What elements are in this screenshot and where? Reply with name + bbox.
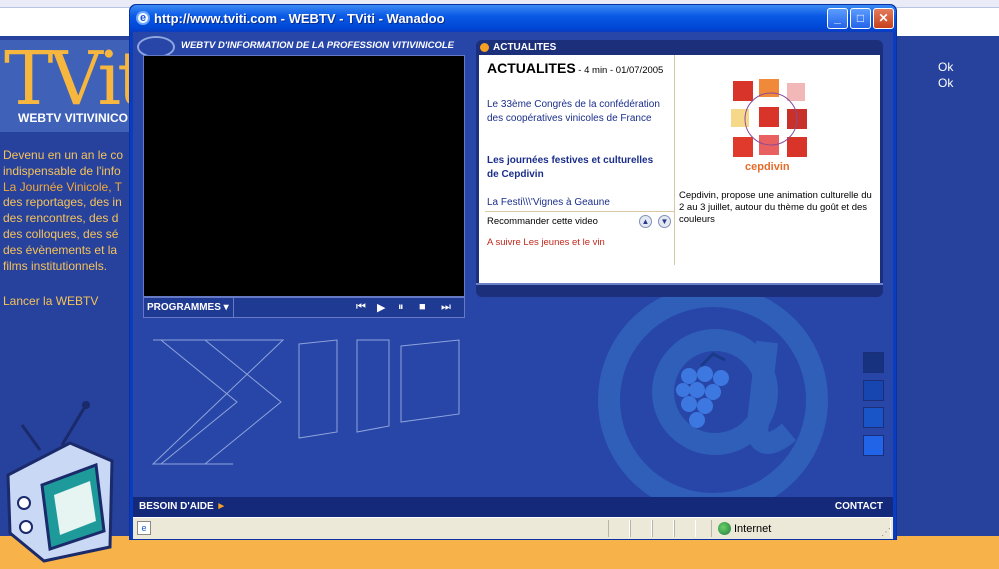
intro-line: des rencontres, des d [3, 211, 119, 226]
webtv-footer: BESOIN D'AIDE ► CONTACT [133, 497, 893, 517]
recommend-video-label[interactable]: Recommander cette video [487, 216, 598, 227]
next-up-link[interactable]: A suivre Les jeunes et le vin [487, 237, 605, 248]
color-square[interactable] [863, 380, 884, 401]
scroll-down-icon[interactable]: ▼ [658, 215, 671, 228]
player-title: WEBTV D'INFORMATION DE LA PROFESSION VIT… [181, 40, 455, 51]
site-logo-subtitle: WEBTV VITIVINICO [18, 111, 129, 125]
player-header: WEBTV D'INFORMATION DE LA PROFESSION VIT… [137, 36, 467, 58]
cepdivin-logo-icon [731, 79, 807, 157]
video-screen[interactable] [143, 55, 465, 297]
scroll-up-icon[interactable]: ▲ [639, 215, 652, 228]
news-panel-footer [476, 283, 883, 297]
news-header-label: ACTUALITES [493, 42, 557, 53]
news-bullet-icon [480, 43, 489, 52]
news-meta: - 4 min - 01/07/2005 [575, 65, 664, 76]
zone-label: Internet [734, 523, 772, 535]
status-cell [652, 520, 674, 537]
ie-icon: e [136, 11, 150, 25]
intro-line: films institutionnels. [3, 258, 108, 273]
news-item-selected[interactable]: Les journées festives et culturelles de … [487, 154, 667, 182]
status-bar: e Internet ⋰ [133, 517, 893, 539]
news-item[interactable]: La Festi\\\'Vignes à Geaune [487, 196, 667, 210]
cepdivin-label: cepdivin [745, 161, 790, 173]
intro-line: Devenu en un an le co [3, 148, 124, 162]
news-panel: ACTUALITES - 4 min - 01/07/2005 Le 33ème… [476, 55, 883, 283]
intro-line: des évènements et la [3, 242, 118, 257]
window-title: http://www.tviti.com - WEBTV - TViti - W… [154, 11, 445, 26]
maximize-button[interactable]: □ [850, 8, 871, 29]
help-arrow-icon: ► [216, 501, 227, 512]
intro-line: des colloques, des sé [3, 226, 119, 241]
divider [485, 211, 675, 212]
tv-mascot-icon [6, 401, 114, 563]
popup-window: e http://www.tviti.com - WEBTV - TViti -… [129, 4, 897, 540]
ok-link-2[interactable]: Ok [938, 76, 953, 90]
background-footer-band [0, 536, 999, 569]
status-cell [608, 520, 630, 537]
ok-link-1[interactable]: Ok [938, 60, 953, 74]
resize-grip-icon[interactable]: ⋰ [881, 527, 891, 538]
page-icon: e [137, 521, 151, 535]
webtv-content: WEBTV D'INFORMATION DE LA PROFESSION VIT… [133, 32, 893, 517]
close-button[interactable]: ✕ [873, 8, 894, 29]
color-square[interactable] [863, 407, 884, 428]
news-item[interactable]: Le 33ème Congrès de la confédération des… [487, 98, 667, 126]
globe-icon [718, 522, 731, 535]
news-list: ACTUALITES - 4 min - 01/07/2005 Le 33ème… [485, 55, 675, 265]
decorative-shapes [151, 339, 460, 465]
color-square[interactable] [863, 435, 884, 456]
intro-line: des reportages, des in [3, 195, 122, 210]
intro-line-link[interactable]: La Journée Vinicole, T [3, 180, 131, 196]
news-description: Cepdivin, propose une animation culturel… [679, 190, 872, 225]
window-titlebar[interactable]: e http://www.tviti.com - WEBTV - TViti -… [130, 5, 896, 32]
contact-link[interactable]: CONTACT [835, 501, 883, 512]
news-heading: ACTUALITES - 4 min - 01/07/2005 [487, 60, 664, 76]
minimize-button[interactable]: _ [827, 8, 848, 29]
status-cell [630, 520, 652, 537]
help-link[interactable]: BESOIN D'AIDE ► [139, 501, 226, 512]
color-square[interactable] [863, 352, 884, 373]
intro-line: indispensable de l'info [3, 163, 121, 178]
launch-webtv-link[interactable]: Lancer la WEBTV [3, 294, 98, 308]
news-panel-header: ACTUALITES [476, 40, 883, 55]
intro-text: Devenu en un an le co indispensable de l… [3, 148, 131, 274]
status-cell [674, 520, 696, 537]
